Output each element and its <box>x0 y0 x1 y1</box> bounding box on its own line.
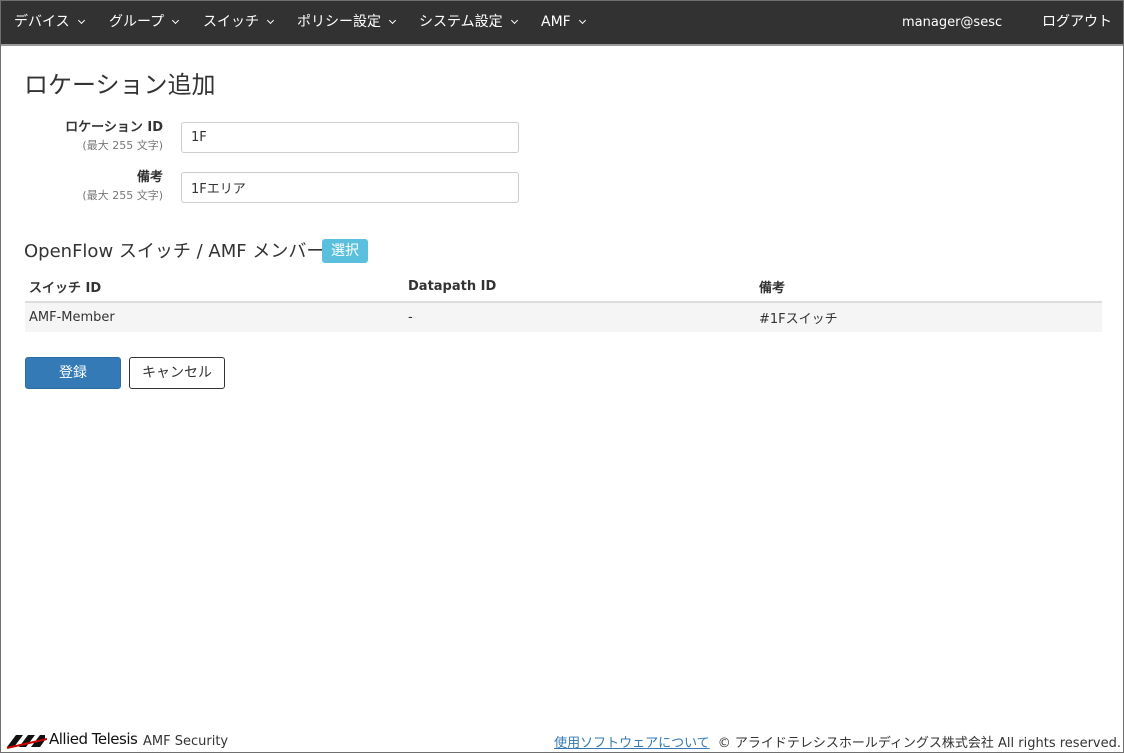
chevron-down-icon <box>266 16 275 25</box>
software-info-link[interactable]: 使用ソフトウェアについて <box>554 736 710 751</box>
cancel-button[interactable]: キャンセル <box>129 357 225 389</box>
copyright-text: © アライドテレシスホールディングス株式会社 All rights reserv… <box>717 736 1121 751</box>
table-row[interactable]: AMF-Member - #1Fスイッチ <box>25 301 1102 332</box>
brand-name: Allied Telesis <box>49 730 138 748</box>
nav-devices-label: デバイス <box>14 14 70 30</box>
members-table: スイッチ ID Datapath ID 備考 AMF-Member - #1Fス… <box>25 271 1102 332</box>
nav-groups-menu[interactable]: グループ <box>109 1 180 44</box>
cell-remarks: #1Fスイッチ <box>755 301 1102 332</box>
column-header-switch-id: スイッチ ID <box>25 271 404 303</box>
nav-system-menu[interactable]: システム設定 <box>419 1 518 44</box>
chevron-down-icon <box>578 16 586 25</box>
chevron-down-icon <box>172 16 180 25</box>
submit-button[interactable]: 登録 <box>25 357 121 389</box>
location-id-input[interactable] <box>181 122 519 153</box>
table-header-row: スイッチ ID Datapath ID 備考 <box>25 271 1102 303</box>
location-id-hint: (最大 255 文字) <box>82 139 163 152</box>
nav-amf-label: AMF <box>541 14 571 30</box>
logout-link[interactable]: ログアウト <box>1042 1 1112 44</box>
page-title: ロケーション追加 <box>24 71 216 99</box>
nav-amf-menu[interactable]: AMF <box>541 1 586 44</box>
remarks-label: 備考 <box>136 170 163 185</box>
remarks-label-group: 備考 (最大 255 文字) <box>82 170 163 204</box>
location-id-label: ロケーション ID <box>65 120 163 135</box>
allied-telesis-logo-icon <box>7 735 47 749</box>
column-header-remarks: 備考 <box>755 271 1102 303</box>
nav-switches-menu[interactable]: スイッチ <box>203 1 275 44</box>
location-id-label-group: ロケーション ID (最大 255 文字) <box>65 120 163 154</box>
nav-devices-menu[interactable]: デバイス <box>14 1 85 44</box>
remarks-input[interactable] <box>181 172 519 203</box>
cell-switch-id: AMF-Member <box>25 301 404 332</box>
members-section-title: OpenFlow スイッチ / AMF メンバー <box>24 241 325 262</box>
remarks-hint: (最大 255 文字) <box>82 189 163 202</box>
nav-policy-label: ポリシー設定 <box>297 14 381 30</box>
chevron-down-icon <box>510 16 518 25</box>
select-members-button[interactable]: 選択 <box>322 239 368 263</box>
nav-system-label: システム設定 <box>419 14 503 30</box>
nav-switches-label: スイッチ <box>203 14 259 30</box>
cell-datapath-id: - <box>404 301 755 332</box>
top-navbar: デバイス グループ スイッチ ポリシー設定 システム設定 AMF manager… <box>1 1 1123 46</box>
chevron-down-icon <box>388 16 397 25</box>
product-name: AMF Security <box>143 734 229 749</box>
nav-user[interactable]: manager@sesc <box>902 1 1002 44</box>
chevron-down-icon <box>77 16 85 25</box>
column-header-datapath-id: Datapath ID <box>404 271 755 303</box>
nav-policy-menu[interactable]: ポリシー設定 <box>297 1 397 44</box>
nav-groups-label: グループ <box>109 14 165 30</box>
footer-info: 使用ソフトウェアについて © アライドテレシスホールディングス株式会社 All r… <box>554 732 1121 751</box>
